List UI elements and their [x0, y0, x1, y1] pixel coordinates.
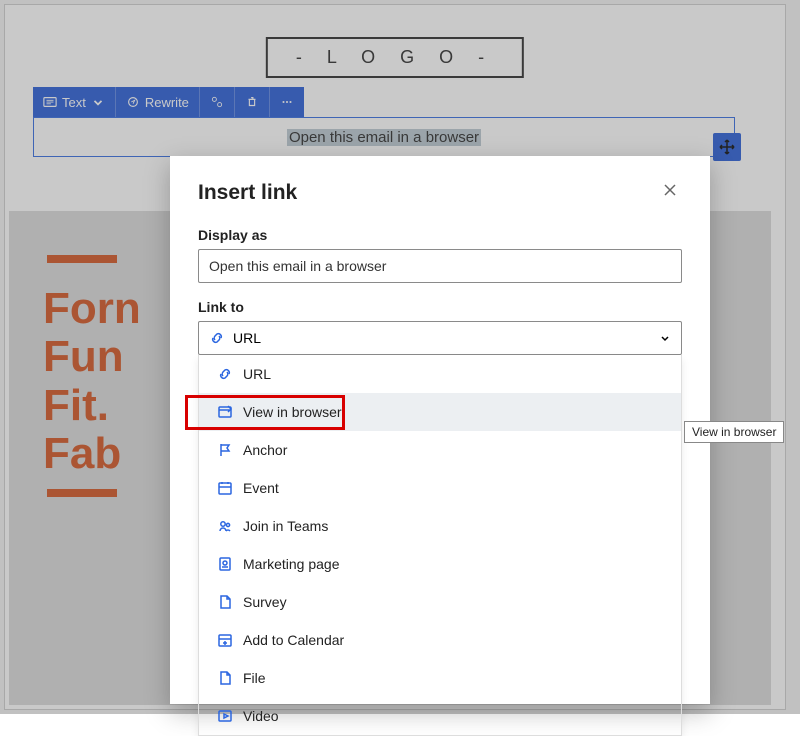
option-marketing-page[interactable]: Marketing page [199, 545, 681, 583]
option-label: Marketing page [243, 556, 340, 572]
option-video[interactable]: Video [199, 697, 681, 735]
option-event[interactable]: Event [199, 469, 681, 507]
tooltip: View in browser [684, 421, 784, 443]
link-to-label: Link to [198, 299, 682, 315]
link-to-options: URL View in browser Anchor Event Join in Tea… [198, 355, 682, 736]
option-label: Survey [243, 594, 287, 610]
display-as-label: Display as [198, 227, 682, 243]
option-anchor[interactable]: Anchor [199, 431, 681, 469]
link-to-dropdown[interactable]: URL [198, 321, 682, 355]
link-icon [209, 330, 225, 346]
option-file[interactable]: File [199, 659, 681, 697]
page-icon [217, 556, 233, 572]
option-label: Video [243, 708, 279, 724]
option-label: Anchor [243, 442, 287, 458]
dropdown-selected-label: URL [233, 330, 261, 346]
option-survey[interactable]: Survey [199, 583, 681, 621]
browser-icon [217, 404, 233, 420]
link-icon [217, 366, 233, 382]
chevron-down-icon [659, 332, 671, 344]
close-button[interactable] [658, 178, 682, 207]
option-add-to-calendar[interactable]: Add to Calendar [199, 621, 681, 659]
display-as-input[interactable] [198, 249, 682, 283]
option-label: Join in Teams [243, 518, 328, 534]
doc-icon [217, 670, 233, 686]
calendar-add-icon [217, 632, 233, 648]
calendar-icon [217, 480, 233, 496]
option-view-in-browser[interactable]: View in browser [199, 393, 681, 431]
flag-icon [217, 442, 233, 458]
option-label: Event [243, 480, 279, 496]
doc-icon [217, 594, 233, 610]
option-label: URL [243, 366, 271, 382]
modal-title: Insert link [198, 181, 297, 205]
insert-link-modal: Insert link Display as Link to URL URL Vi… [170, 156, 710, 704]
option-url[interactable]: URL [199, 355, 681, 393]
option-join-in-teams[interactable]: Join in Teams [199, 507, 681, 545]
teams-icon [217, 518, 233, 534]
option-label: View in browser [243, 404, 342, 420]
option-label: Add to Calendar [243, 632, 344, 648]
play-icon [217, 708, 233, 724]
close-icon [662, 182, 678, 198]
option-label: File [243, 670, 266, 686]
